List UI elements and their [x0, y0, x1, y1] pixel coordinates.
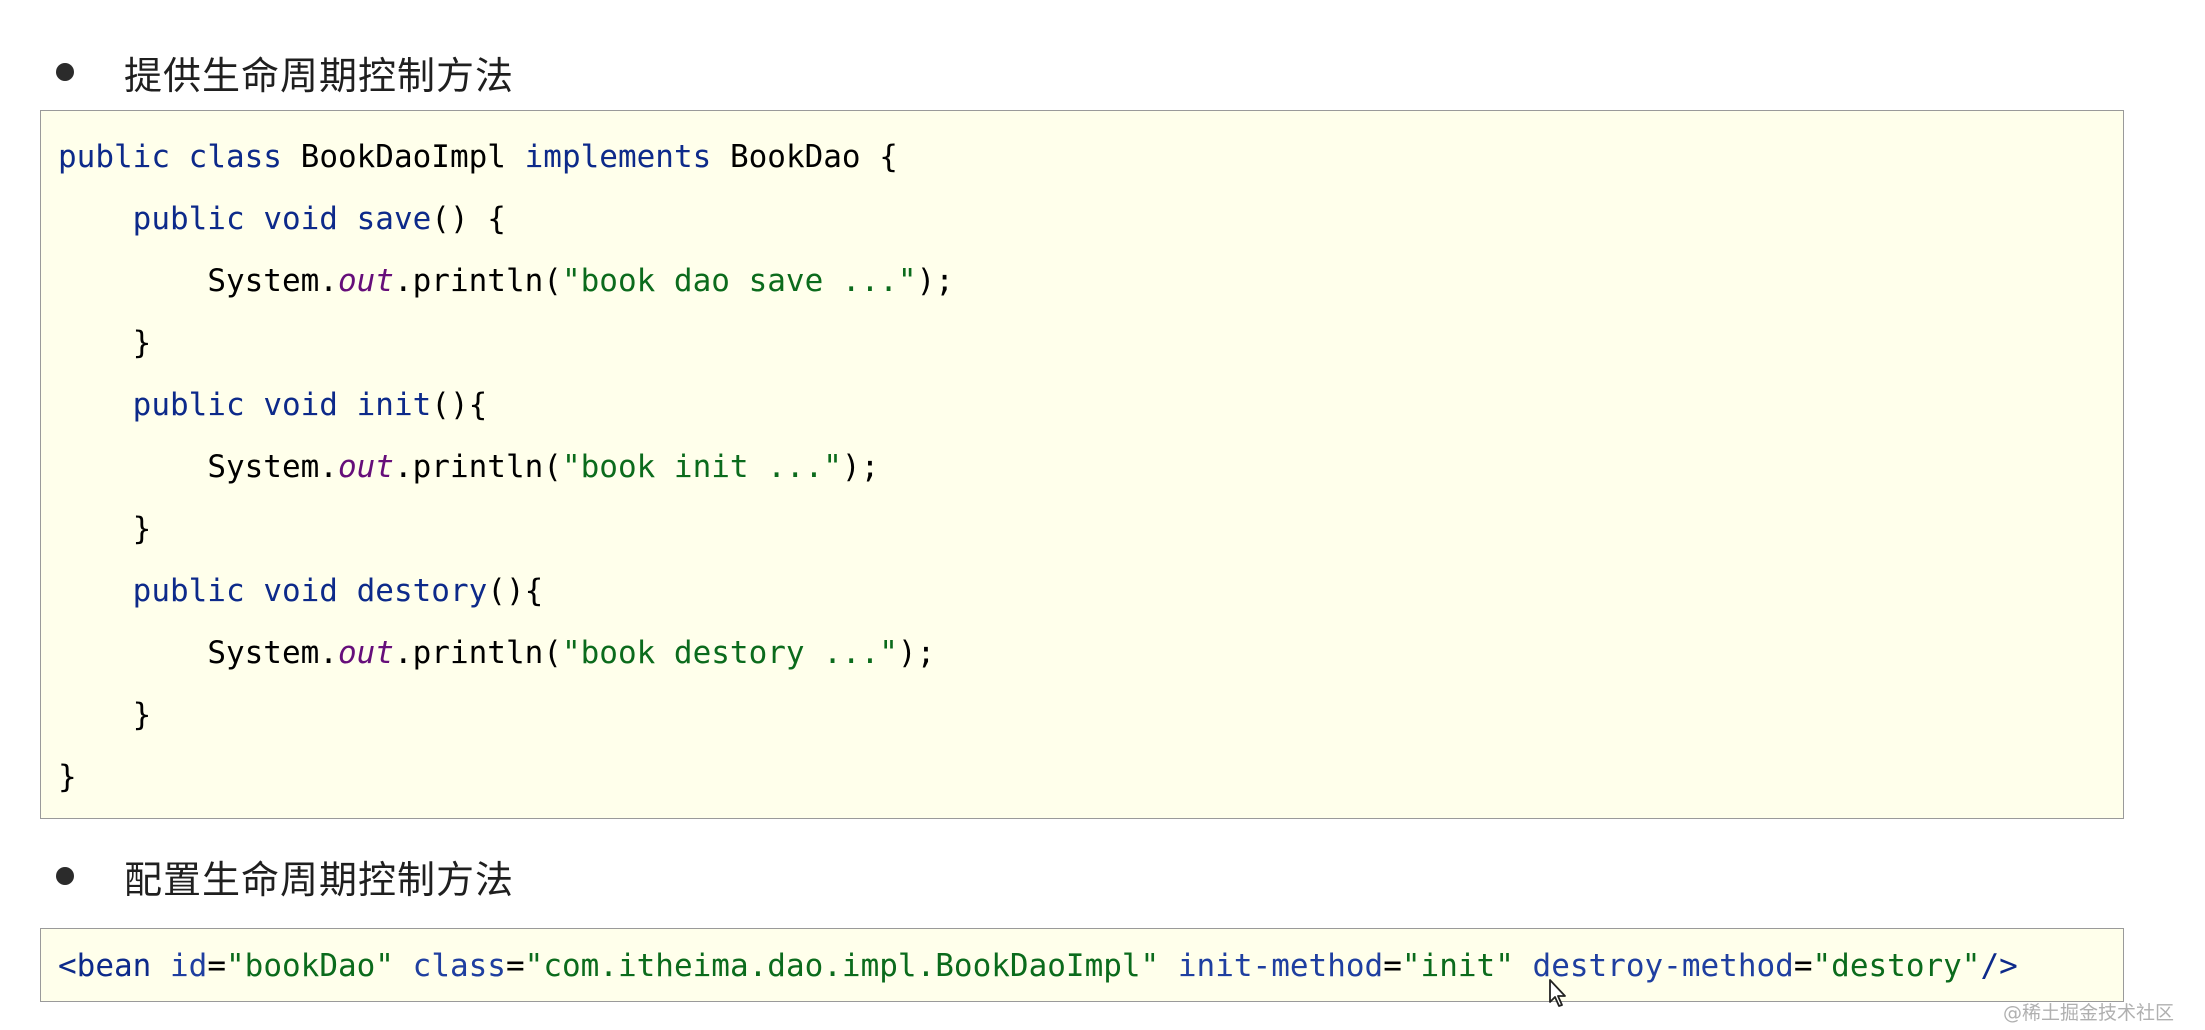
brace: } — [58, 759, 77, 795]
tag-close: /> — [1980, 948, 2018, 984]
brace: { — [879, 139, 898, 175]
attr-value: "bookDao" — [226, 948, 394, 984]
method-name: save — [356, 201, 432, 237]
xml-code-block: <bean id="bookDao" class="com.itheima.da… — [40, 928, 2124, 1002]
bullet-icon — [56, 63, 74, 81]
system-ref: System. — [207, 635, 338, 671]
code-line-4: } — [58, 312, 152, 374]
code-line-6: System.out.println("book init ..."); — [58, 436, 879, 498]
brace: } — [132, 511, 152, 547]
keyword: implements — [524, 139, 712, 175]
println-call: .println( — [393, 449, 562, 485]
keyword: void — [263, 387, 338, 423]
keyword: class — [188, 139, 282, 175]
code-line-2: public void save() { — [58, 188, 506, 250]
method-name: init — [356, 387, 432, 423]
section-title: 提供生命周期控制方法 — [124, 53, 515, 98]
mouse-cursor-icon — [1549, 979, 1566, 1007]
section-heading-1: 提供生命周期控制方法 — [56, 48, 514, 98]
system-ref: System. — [207, 449, 338, 485]
attr-value: "init" — [1401, 948, 1514, 984]
class-name: BookDaoImpl — [300, 139, 506, 175]
statement-end: ); — [897, 635, 936, 671]
out-field: out — [337, 449, 394, 485]
keyword: void — [263, 201, 338, 237]
code-line-8: public void destory(){ — [58, 560, 544, 622]
method-tail: () { — [431, 201, 506, 237]
method-tail: (){ — [431, 387, 488, 423]
keyword: public — [58, 139, 170, 175]
attr-value: "destory" — [1812, 948, 1981, 984]
string-literal: "book dao save ..." — [561, 263, 917, 299]
attr-name: init-method — [1177, 948, 1384, 984]
code-line-10: } — [58, 684, 152, 746]
out-field: out — [337, 263, 394, 299]
attr-value: "com.itheima.dao.impl.BookDaoImpl" — [524, 948, 1160, 984]
xml-line: <bean id="bookDao" class="com.itheima.da… — [58, 948, 2018, 984]
tag-open: < — [58, 948, 77, 984]
method-name: destory — [356, 573, 488, 609]
keyword: public — [132, 201, 245, 237]
attr-name: destroy-method — [1532, 948, 1794, 984]
interface-name: BookDao — [729, 139, 861, 175]
tag-name: bean — [76, 948, 152, 984]
code-line-5: public void init(){ — [58, 374, 488, 436]
section-title: 配置生命周期控制方法 — [124, 857, 515, 902]
code-line-1: public class BookDaoImpl implements Book… — [58, 126, 898, 188]
code-line-3: System.out.println("book dao save ..."); — [58, 250, 954, 312]
keyword: public — [132, 573, 245, 609]
keyword: public — [132, 387, 245, 423]
attr-name: class — [412, 948, 506, 984]
watermark: @稀土掘金技术社区 — [2003, 1002, 2175, 1024]
section-heading-2: 配置生命周期控制方法 — [56, 852, 514, 902]
string-literal: "book init ..." — [561, 449, 842, 485]
bullet-icon — [56, 867, 74, 885]
brace: } — [132, 325, 152, 361]
println-call: .println( — [393, 635, 562, 671]
code-line-11: } — [58, 746, 77, 808]
println-call: .println( — [393, 263, 562, 299]
method-tail: (){ — [487, 573, 544, 609]
string-literal: "book destory ..." — [561, 635, 898, 671]
java-code-block: public class BookDaoImpl implements Book… — [40, 110, 2124, 819]
out-field: out — [337, 635, 394, 671]
statement-end: ); — [841, 449, 880, 485]
statement-end: ); — [916, 263, 954, 299]
attr-name: id — [170, 948, 208, 984]
keyword: void — [263, 573, 338, 609]
code-line-7: } — [58, 498, 152, 560]
system-ref: System. — [207, 263, 338, 299]
brace: } — [132, 697, 152, 733]
code-line-9: System.out.println("book destory ..."); — [58, 622, 935, 684]
